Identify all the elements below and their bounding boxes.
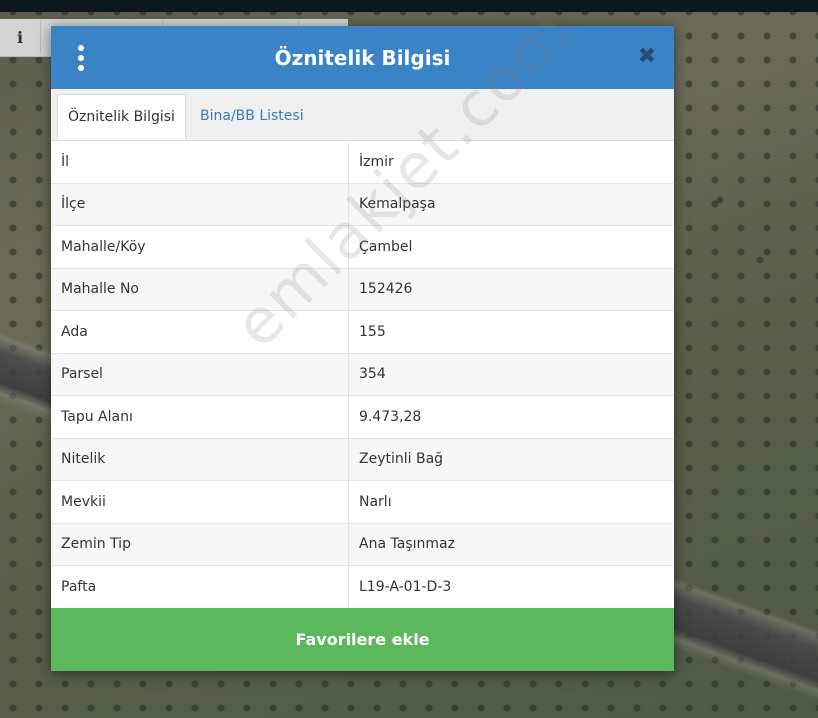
tab-attribute-info[interactable]: Öznitelik Bilgisi — [57, 94, 186, 140]
attribute-key: Mevkii — [51, 480, 349, 524]
close-icon[interactable]: ✖ — [636, 44, 658, 70]
dialog-title: Öznitelik Bilgisi — [274, 45, 451, 70]
attribute-value: Ana Taşınmaz — [348, 523, 674, 566]
table-row: İlçe Kemalpaşa — [51, 183, 674, 226]
attribute-key: Mahalle/Köy — [51, 225, 349, 269]
table-row: İl İzmir — [51, 141, 674, 184]
dialog-header: Öznitelik Bilgisi ✖ — [51, 26, 674, 89]
attribute-value: L19-A-01-D-3 — [348, 565, 674, 609]
tab-building-list[interactable]: Bina/BB Listesi — [190, 94, 314, 140]
attribute-key: Pafta — [51, 565, 349, 609]
table-row: Mahalle No 152426 — [51, 268, 674, 311]
attribute-value: Narlı — [348, 480, 674, 524]
attribute-key: Mahalle No — [51, 268, 349, 311]
attribute-table: İl İzmir İlçe Kemalpaşa Mahalle/Köy Çambel Mah… — [51, 141, 674, 609]
attribute-value: Çambel — [348, 225, 674, 269]
attribute-key: Ada — [51, 310, 349, 354]
attribute-key: Tapu Alanı — [51, 395, 349, 439]
attribute-value: 9.473,28 — [348, 395, 674, 439]
attribute-key: Zemin Tip — [51, 523, 349, 566]
table-row: Mahalle/Köy Çambel — [51, 225, 674, 269]
attribute-value: 155 — [348, 310, 674, 354]
table-row: Zemin Tip Ana Taşınmaz — [51, 523, 674, 566]
table-row: Ada 155 — [51, 310, 674, 354]
table-row: Mevkii Narlı — [51, 480, 674, 524]
attribute-key: Nitelik — [51, 438, 349, 481]
attribute-dialog: Öznitelik Bilgisi ✖ Öznitelik Bilgisi Bi… — [51, 26, 674, 671]
top-bar — [0, 0, 818, 12]
attribute-key: Parsel — [51, 353, 349, 396]
attribute-key: İlçe — [51, 183, 349, 226]
info-icon[interactable]: i — [0, 19, 40, 55]
tabs-bar: Öznitelik Bilgisi Bina/BB Listesi — [51, 89, 674, 141]
attribute-value: 354 — [348, 353, 674, 396]
table-row: Pafta L19-A-01-D-3 — [51, 565, 674, 609]
attribute-key: İl — [51, 141, 349, 184]
table-row: Parsel 354 — [51, 353, 674, 396]
attribute-value: 152426 — [348, 268, 674, 311]
table-row: Nitelik Zeytinli Bağ — [51, 438, 674, 481]
add-favorite-button[interactable]: Favorilere ekle — [51, 608, 674, 671]
attribute-value: İzmir — [348, 141, 674, 184]
attribute-value: Kemalpaşa — [348, 183, 674, 226]
kebab-menu-icon[interactable] — [69, 44, 93, 72]
attribute-value: Zeytinli Bağ — [348, 438, 674, 481]
table-row: Tapu Alanı 9.473,28 — [51, 395, 674, 439]
